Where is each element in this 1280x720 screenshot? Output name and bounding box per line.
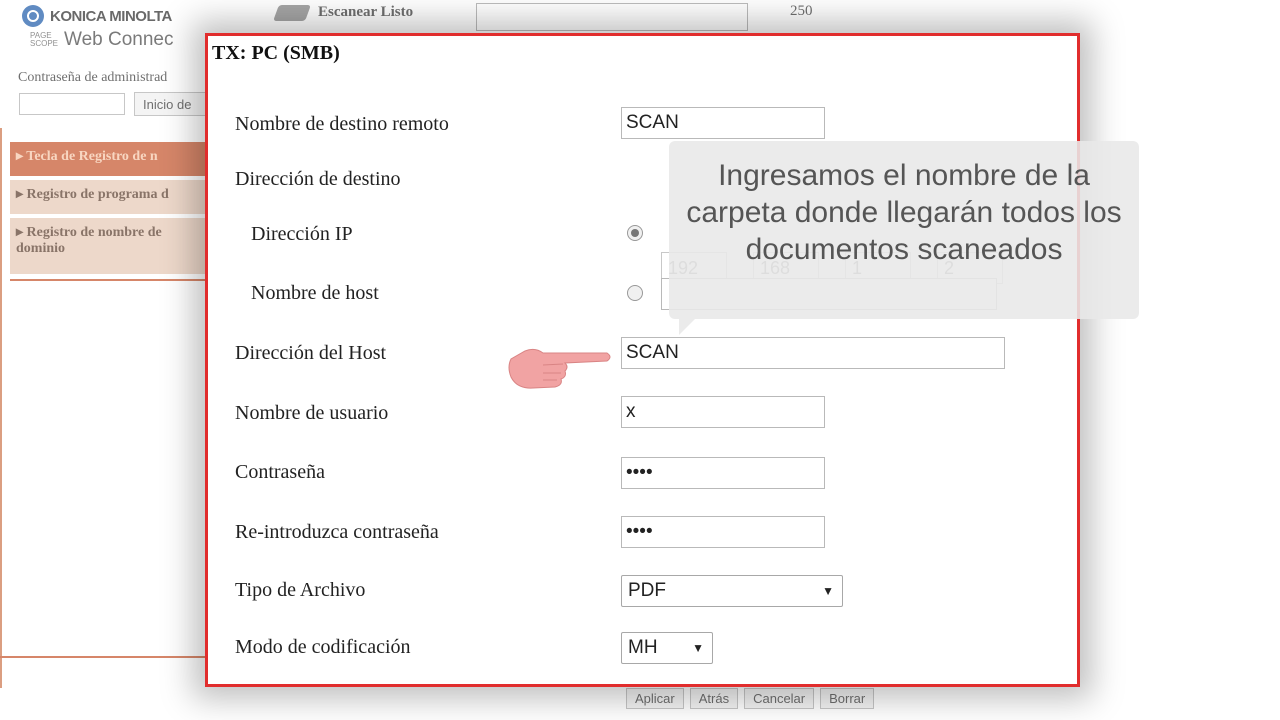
pointing-hand-icon [508,348,611,389]
remote-destination-input[interactable]: SCAN [621,107,825,139]
encoding-mode-select[interactable]: MH ▼ [621,632,713,664]
host-name-label: Nombre de host [251,282,379,304]
host-address-label: Dirección del Host [235,342,387,364]
username-input[interactable]: x [621,396,825,428]
smb-destination-dialog: TX: PC (SMB) Nombre de destino remoto SC… [205,33,1080,687]
callout-tail [679,319,695,335]
host-address-input[interactable]: SCAN [621,337,1005,369]
encoding-mode-label: Modo de codificación [235,636,411,658]
destination-address-label: Dirección de destino [235,168,401,190]
chevron-down-icon: ▼ [822,584,834,598]
username-label: Nombre de usuario [235,402,389,424]
repassword-input[interactable]: •••• [621,516,825,548]
encoding-mode-value: MH [628,637,658,658]
password-label: Contraseña [235,461,325,483]
repassword-label: Re-introduzca contraseña [235,521,439,543]
instruction-callout: Ingresamos el nombre de la carpeta donde… [669,141,1139,319]
dialog-title: TX: PC (SMB) [212,42,340,64]
file-type-value: PDF [628,580,666,601]
ip-address-radio[interactable] [627,225,643,241]
file-type-label: Tipo de Archivo [235,579,366,601]
password-input[interactable]: •••• [621,457,825,489]
chevron-down-icon: ▼ [692,641,704,655]
host-name-radio[interactable] [627,285,643,301]
ip-address-label: Dirección IP [251,223,353,245]
file-type-select[interactable]: PDF ▼ [621,575,843,607]
remote-destination-label: Nombre de destino remoto [235,113,449,135]
